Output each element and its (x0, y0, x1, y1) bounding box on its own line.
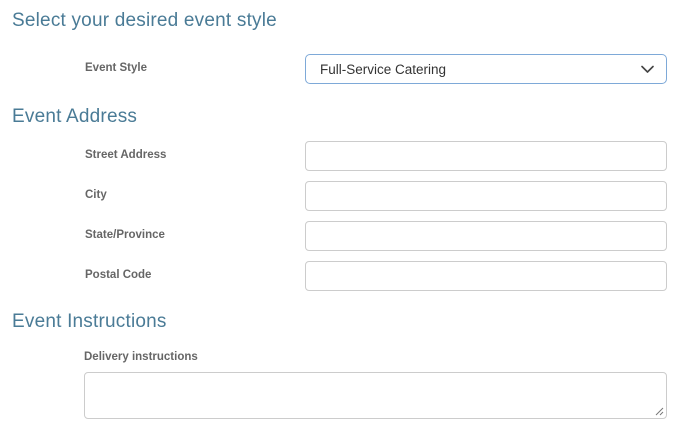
state-province-label: State/Province (85, 229, 165, 241)
street-address-input[interactable] (305, 141, 667, 171)
form-row-street-address: Street Address (85, 141, 667, 171)
event-style-label: Event Style (85, 62, 147, 74)
section-title-event-address: Event Address (12, 106, 138, 127)
postal-code-input[interactable] (305, 261, 667, 291)
form-row-city: City (85, 181, 667, 211)
delivery-instructions-wrap (84, 372, 667, 419)
chevron-down-icon (641, 65, 654, 74)
form-row-event-style: Event Style Full-Service Catering (85, 54, 667, 84)
section-title-event-style: Select your desired event style (12, 10, 277, 31)
event-style-select[interactable]: Full-Service Catering (305, 54, 667, 84)
street-address-label: Street Address (85, 149, 167, 161)
form-row-postal-code: Postal Code (85, 261, 667, 291)
state-province-input[interactable] (305, 221, 667, 251)
delivery-instructions-textarea[interactable] (84, 372, 667, 419)
city-label: City (85, 189, 107, 201)
city-input[interactable] (305, 181, 667, 211)
delivery-instructions-label: Delivery instructions (84, 351, 198, 363)
catering-event-form: Select your desired event style Event St… (0, 0, 680, 419)
event-style-selected-value: Full-Service Catering (320, 61, 447, 77)
postal-code-label: Postal Code (85, 269, 152, 281)
section-title-event-instructions: Event Instructions (12, 311, 167, 332)
form-row-state-province: State/Province (85, 221, 667, 251)
